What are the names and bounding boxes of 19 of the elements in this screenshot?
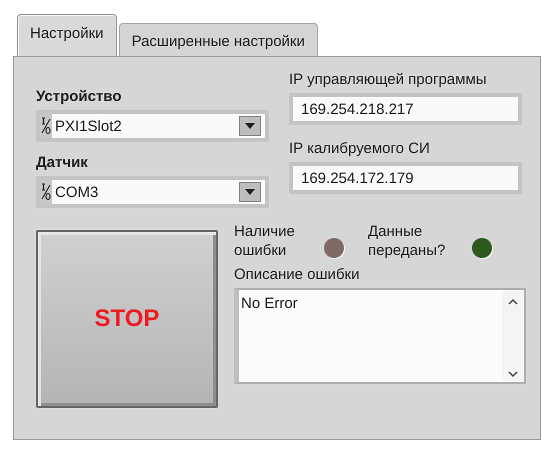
error-text: No Error xyxy=(240,294,299,314)
io-name-icon xyxy=(40,180,52,204)
scroll-down-icon[interactable] xyxy=(508,371,518,378)
scroll-up-icon[interactable] xyxy=(508,298,518,305)
field-label: IP управляющей программы xyxy=(289,71,488,89)
error-text-box[interactable]: No Error xyxy=(234,288,526,384)
tab[interactable]: Расширенные настройки xyxy=(118,23,318,56)
field-label: IP калибруемого СИ xyxy=(289,140,431,158)
field-label: Датчик xyxy=(36,154,89,172)
io-name-icon xyxy=(40,114,52,138)
indicator-label: Данные переданы? xyxy=(368,222,446,260)
field-label: Устройство xyxy=(36,88,122,106)
ip-field[interactable]: 169.254.172.179 xyxy=(289,162,522,194)
indicator-label: Наличие ошибки xyxy=(234,222,296,260)
dropdown[interactable]: PXI1Slot2 xyxy=(36,110,269,142)
tab[interactable]: Настройки xyxy=(17,14,117,56)
dropdown[interactable]: COM3 xyxy=(36,176,269,208)
ip-field[interactable]: 169.254.218.217 xyxy=(289,93,522,125)
field-label: Описание ошибки xyxy=(234,266,360,284)
